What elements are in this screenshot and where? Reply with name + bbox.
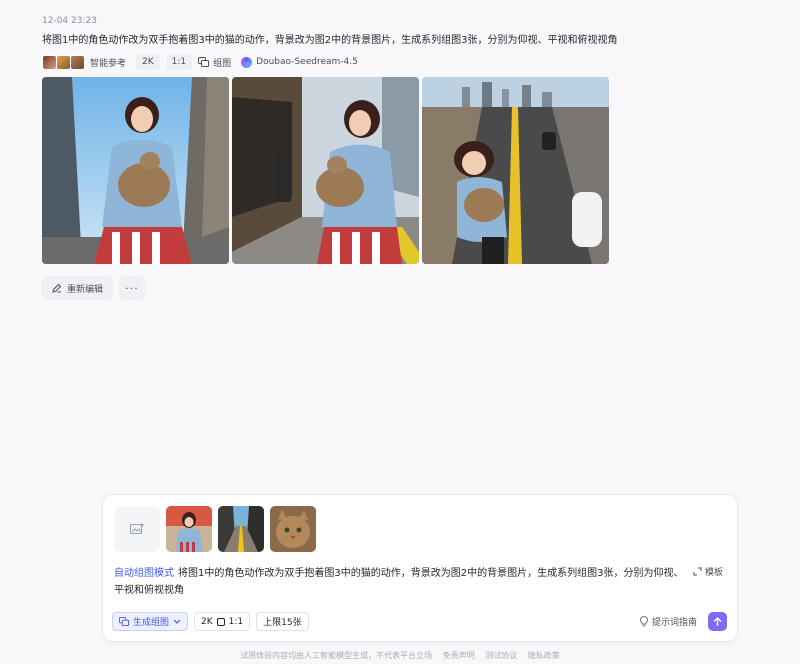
reedit-button[interactable]: 重新编辑 bbox=[42, 276, 114, 300]
edit-icon bbox=[52, 283, 62, 293]
arrow-up-icon bbox=[713, 616, 722, 626]
resolution-ratio-selector[interactable]: 2K 1:1 bbox=[194, 612, 251, 631]
privacy-link[interactable]: 隐私政策 bbox=[528, 651, 560, 660]
composer-toolbar: 生成组图 2K 1:1 上限15张 bbox=[112, 612, 309, 631]
add-image-button[interactable] bbox=[114, 506, 160, 552]
generated-image-3[interactable] bbox=[422, 77, 609, 264]
composer: 自动组图模式 将图1中的角色动作改为双手抱着图3中的猫的动作，背景改为图2中的背景… bbox=[102, 494, 738, 642]
lightbulb-icon bbox=[640, 616, 648, 627]
chevron-down-icon bbox=[173, 619, 181, 624]
group-label: 组图 bbox=[213, 58, 232, 69]
group-tag: 组图 bbox=[198, 56, 231, 69]
prompt-guide-button[interactable]: 提示词指南 bbox=[640, 615, 697, 628]
image-group-icon bbox=[198, 57, 210, 67]
prompt-guide-label: 提示词指南 bbox=[651, 618, 697, 628]
image-limit-selector[interactable]: 上限15张 bbox=[256, 612, 309, 631]
message-actions: 重新编辑 ··· bbox=[42, 276, 146, 300]
auto-group-mode-label[interactable]: 自动组图模式 bbox=[114, 568, 174, 579]
ref-thumb-1 bbox=[42, 54, 57, 70]
footer-disclaimer-text: 试用体验内容均由人工智能模型生成，不代表平台立场 bbox=[240, 651, 433, 660]
expand-icon bbox=[693, 567, 702, 576]
reference-image-row bbox=[114, 506, 316, 552]
chat-message: 12-04 23:23 将图1中的角色动作改为双手抱着图3中的猫的动作，背景改为… bbox=[42, 14, 762, 70]
more-button[interactable]: ··· bbox=[119, 276, 146, 300]
resolution-tag: 2K bbox=[136, 54, 160, 70]
ref-thumb-2 bbox=[56, 54, 71, 70]
image-group-icon bbox=[119, 617, 129, 626]
generate-group-dropdown[interactable]: 生成组图 bbox=[112, 612, 189, 631]
model-tag: Doubao-Seedream-4.5 bbox=[241, 56, 358, 68]
generated-image-1[interactable] bbox=[42, 77, 229, 264]
template-button[interactable]: 模板 bbox=[693, 565, 723, 578]
ratio-value: 1:1 bbox=[228, 616, 244, 627]
message-meta: 智能参考 2K 1:1 组图 Doubao-Seedream-4.5 bbox=[42, 54, 762, 70]
template-label: 模板 bbox=[704, 568, 723, 578]
generate-group-label: 生成组图 bbox=[133, 618, 170, 628]
reference-thumbnails[interactable] bbox=[42, 54, 85, 70]
aspect-ratio-icon bbox=[216, 617, 225, 626]
ratio-tag: 1:1 bbox=[165, 54, 193, 70]
message-prompt: 将图1中的角色动作改为双手抱着图3中的猫的动作，背景改为图2中的背景图片，生成系… bbox=[42, 35, 618, 46]
composer-text: 将图1中的角色动作改为双手抱着图3中的猫的动作，背景改为图2中的背景图片，生成系… bbox=[114, 568, 684, 596]
generated-image-2[interactable] bbox=[232, 77, 419, 264]
ref-thumb-3 bbox=[70, 54, 85, 70]
model-name: Doubao-Seedream-4.5 bbox=[256, 57, 358, 67]
terms-link[interactable]: 测试协议 bbox=[485, 651, 517, 660]
reference-image-3[interactable] bbox=[270, 506, 316, 552]
generated-images bbox=[42, 77, 609, 264]
doubao-model-icon bbox=[241, 56, 253, 68]
reedit-label: 重新编辑 bbox=[67, 284, 104, 295]
reference-image-1[interactable] bbox=[166, 506, 212, 552]
disclaimer-link[interactable]: 免责声明 bbox=[443, 651, 475, 660]
smart-reference-label: 智能参考 bbox=[90, 58, 127, 69]
reference-image-2[interactable] bbox=[218, 506, 264, 552]
resolution-value: 2K bbox=[201, 616, 213, 627]
footer: 试用体验内容均由人工智能模型生成，不代表平台立场 免责声明 测试协议 隐私政策 bbox=[0, 650, 800, 661]
add-image-icon bbox=[130, 523, 144, 534]
send-button[interactable] bbox=[708, 612, 727, 631]
composer-input[interactable]: 自动组图模式 将图1中的角色动作改为双手抱着图3中的猫的动作，背景改为图2中的背景… bbox=[114, 565, 684, 599]
message-timestamp: 12-04 23:23 bbox=[42, 16, 97, 26]
